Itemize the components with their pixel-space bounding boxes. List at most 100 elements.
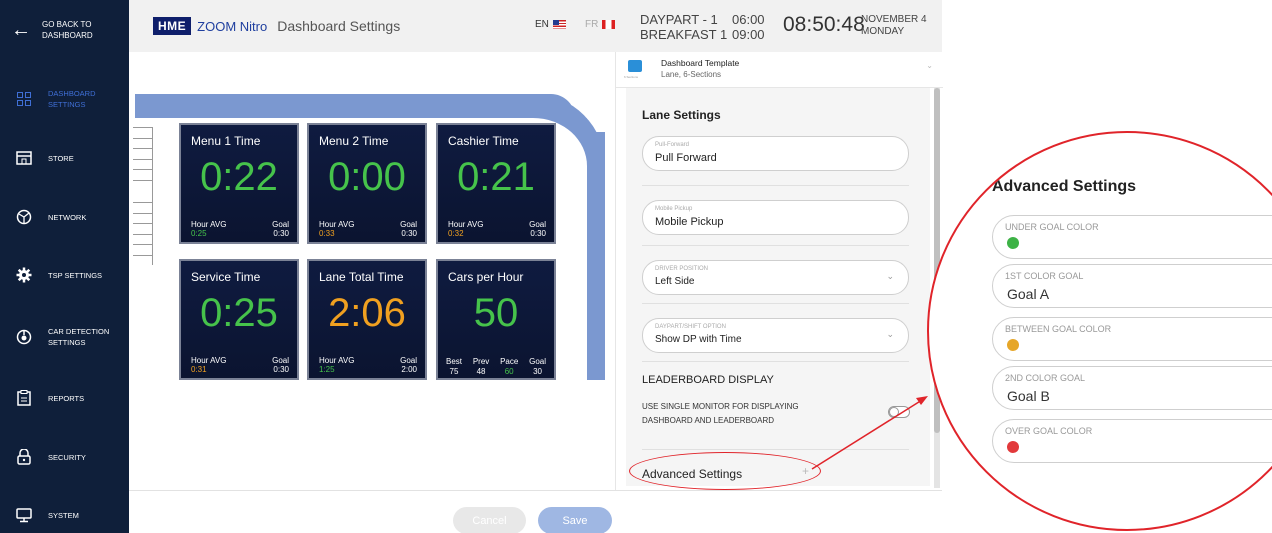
daypart-info: DAYPART - 1 BREAKFAST 1 (640, 12, 727, 42)
dashboard-template-selector[interactable]: 6 Sections Dashboard Template Lane, 6-Se… (616, 52, 943, 88)
field-label: BETWEEN GOAL COLOR (1005, 324, 1112, 334)
hme-logo: HME (153, 17, 192, 35)
sidebar-item-label: SYSTEM (48, 510, 79, 520)
green-color-swatch[interactable] (1007, 237, 1019, 249)
go-back-button[interactable]: ← GO BACK TO DASHBOARD (0, 0, 129, 60)
chevron-down-icon: ⌄ (886, 271, 894, 281)
sidebar-item-network[interactable]: NETWORK (0, 202, 129, 232)
car-detection-icon (0, 329, 48, 345)
tile-value: 0:00 (328, 155, 406, 199)
sidebar-item-label: STORE (48, 153, 74, 163)
field-label: 2ND COLOR GOAL (1005, 373, 1086, 383)
canada-flag-icon (602, 20, 616, 29)
tile-value: 0:22 (200, 155, 278, 199)
dashboard-preview: Menu 1 Time 0:22 Hour AVG 0:25 Goal 0:30 M… (129, 52, 615, 490)
sidebar-item-security[interactable]: SECURITY (0, 442, 129, 472)
second-color-goal-field[interactable]: 2ND COLOR GOAL Goal B (992, 366, 1272, 410)
daypart-name: BREAKFAST 1 (640, 27, 728, 42)
daypart-shift-select[interactable]: DAYPART/SHIFT OPTION Show DP with Time ⌄ (642, 318, 909, 353)
sidebar-item-car-detection[interactable]: CAR DETECTION SETTINGS (0, 322, 129, 352)
pull-forward-field[interactable]: Pull-Forward Pull Forward (642, 136, 909, 171)
sidebar-item-system[interactable]: SYSTEM (0, 500, 129, 530)
tile-value: 2:06 (328, 291, 406, 335)
tile-menu-1-time[interactable]: Menu 1 Time 0:22 Hour AVG 0:25 Goal 0:30 (179, 123, 299, 244)
under-goal-color-field[interactable]: UNDER GOAL COLOR (992, 215, 1272, 259)
sidebar-item-tsp-settings[interactable]: TSP SETTINGS (0, 260, 129, 290)
advanced-settings-title: Advanced Settings (992, 178, 1137, 195)
field-label: UNDER GOAL COLOR (1005, 222, 1099, 232)
field-label: Mobile Pickup (655, 206, 693, 212)
tile-title: Service Time (191, 270, 261, 284)
sidebar-item-label: TSP SETTINGS (48, 270, 103, 280)
tile-avg: Hour AVG 1:25 (319, 356, 355, 374)
lane-settings-heading: Lane Settings (642, 108, 721, 122)
tile-value: 0:25 (200, 291, 278, 335)
clipboard-icon (0, 390, 48, 406)
lang-en-label: EN (535, 19, 549, 30)
leaderboard-toggle[interactable] (888, 406, 910, 418)
gear-icon (0, 267, 48, 283)
driver-position-select[interactable]: DRIVER POSITION Left Side ⌄ (642, 260, 909, 295)
between-goal-color-field[interactable]: BETWEEN GOAL COLOR (992, 317, 1272, 361)
cph-stats: Best 75 Prev 48 Pace 60 Goal 30 (446, 357, 546, 377)
tile-lane-total-time[interactable]: Lane Total Time 2:06 Hour AVG 1:25 Goal 2:… (307, 259, 427, 380)
go-back-label-line1: GO BACK TO (42, 20, 92, 29)
tile-value: 50 (473, 291, 519, 335)
cph-best: Best 75 (446, 357, 463, 376)
lock-icon (0, 449, 48, 465)
brand: HME ZOOM Nitro Dashboard Settings (153, 17, 400, 35)
tile-cashier-time[interactable]: Cashier Time 0:21 Hour AVG 0:32 Goal 0:30 (436, 123, 556, 244)
tile-cars-per-hour[interactable]: Cars per Hour 50 Best 75 Prev 48 Pace 60 Go… (436, 259, 556, 380)
sidebar-item-dashboard-settings[interactable]: DASHBOARD SETTINGS (0, 84, 129, 114)
settings-panel: 6 Sections Dashboard Template Lane, 6-Se… (615, 52, 943, 490)
field-value: Show DP with Time (655, 334, 742, 345)
sidebar-item-store[interactable]: STORE (0, 143, 129, 173)
field-label: OVER GOAL COLOR (1005, 426, 1093, 436)
tile-title: Menu 2 Time (319, 134, 389, 148)
lane-graphic-right (587, 132, 605, 380)
divider (642, 449, 909, 450)
sidebar-item-label: REPORTS (48, 393, 85, 403)
date-month-day: NOVEMBER 4 (861, 14, 927, 25)
action-footer: Cancel Save (129, 490, 942, 533)
tile-goal: Goal 0:30 (272, 220, 289, 238)
sidebar-item-reports[interactable]: REPORTS (0, 383, 129, 413)
cph-prev: Prev 48 (472, 357, 490, 376)
app-root: ← GO BACK TO DASHBOARD DASHBOARD SETTINGS… (0, 0, 1272, 533)
sidebar: ← GO BACK TO DASHBOARD DASHBOARD SETTINGS… (0, 0, 129, 533)
template-grid-icon (628, 60, 642, 72)
network-icon (0, 209, 48, 225)
mobile-pickup-field[interactable]: Mobile Pickup Mobile Pickup (642, 200, 909, 235)
first-color-goal-field[interactable]: 1ST COLOR GOAL Goal A (992, 264, 1272, 308)
template-icon-caption: 6 Sections (624, 75, 639, 79)
go-back-label: GO BACK TO DASHBOARD (42, 19, 93, 41)
panel-body: Lane Settings Pull-Forward Pull Forward … (626, 88, 930, 490)
sidebar-item-label: DASHBOARD SETTINGS (48, 89, 96, 109)
date-weekday: MONDAY (861, 26, 905, 37)
monitor-icon (0, 507, 48, 523)
clock: 08:50:48 (783, 13, 865, 36)
orange-color-swatch[interactable] (1007, 339, 1019, 351)
divider (642, 185, 909, 186)
tile-avg: Hour AVG 0:25 (191, 220, 227, 238)
cancel-button[interactable]: Cancel (453, 507, 526, 533)
field-label: DRIVER POSITION (655, 266, 709, 272)
sidebar-item-label: SECURITY (48, 452, 86, 462)
tile-goal: Goal 2:00 (400, 356, 417, 374)
red-color-swatch[interactable] (1007, 441, 1019, 453)
divider (642, 245, 909, 246)
template-subtitle: Lane, 6-Sections (661, 70, 722, 79)
tile-title: Menu 1 Time (191, 134, 261, 148)
tile-goal: Goal 0:30 (272, 356, 289, 374)
save-button[interactable]: Save (538, 507, 612, 533)
field-value: Pull Forward (655, 152, 717, 164)
tile-avg: Hour AVG 0:32 (448, 220, 484, 238)
tile-menu-2-time[interactable]: Menu 2 Time 0:00 Hour AVG 0:33 Goal 0:30 (307, 123, 427, 244)
lang-en-button[interactable]: EN (535, 19, 566, 30)
over-goal-color-field[interactable]: OVER GOAL COLOR (992, 419, 1272, 463)
field-value: Goal A (1007, 286, 1050, 302)
field-value: Left Side (655, 276, 695, 287)
tile-service-time[interactable]: Service Time 0:25 Hour AVG 0:31 Goal 0:30 (179, 259, 299, 380)
lang-fr-button[interactable]: FR (585, 19, 616, 30)
template-title: Dashboard Template (661, 58, 740, 68)
